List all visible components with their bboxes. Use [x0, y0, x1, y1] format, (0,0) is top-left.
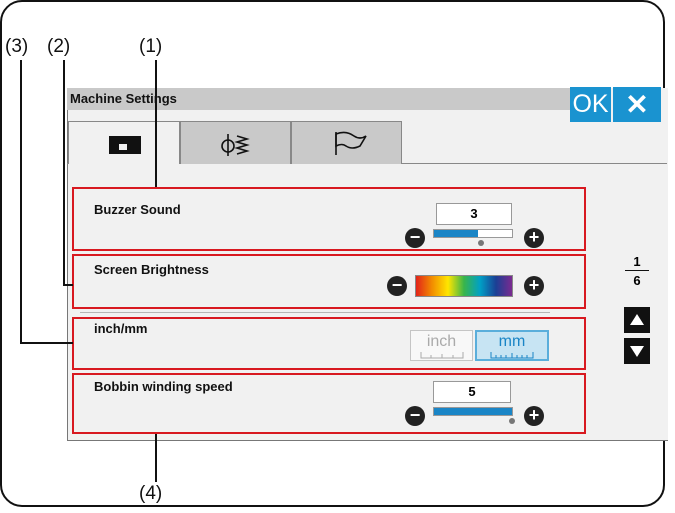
tab-baseline-left: [67, 163, 68, 164]
leader-line-2: [63, 60, 65, 286]
highlight-box-brightness: [72, 254, 586, 309]
highlight-box-buzzer: [72, 187, 586, 251]
callout-4: (4): [139, 483, 163, 504]
page-down-button[interactable]: [624, 338, 650, 364]
leader-line-4: [155, 434, 157, 482]
window-title: Machine Settings: [70, 91, 177, 106]
page-up-button[interactable]: [624, 307, 650, 333]
page-fraction-line: [625, 270, 649, 271]
arrow-down-icon: [630, 346, 644, 357]
leader-line-2-tick: [63, 284, 73, 286]
section-divider: [80, 312, 550, 313]
leader-line-3: [20, 60, 22, 344]
needle-thread-icon: [221, 134, 250, 156]
page-total: 6: [633, 273, 641, 288]
close-button[interactable]: ✕: [613, 87, 661, 122]
tab-baseline: [402, 163, 667, 164]
tab-machine[interactable]: [68, 121, 180, 164]
sewing-machine-icon: [109, 136, 141, 154]
leader-line-1: [155, 60, 157, 187]
highlight-box-units: [72, 317, 586, 370]
callout-3: (3): [5, 36, 29, 57]
arrow-up-icon: [630, 314, 644, 325]
tab-language[interactable]: [291, 121, 402, 164]
ok-button[interactable]: OK: [570, 87, 611, 122]
leader-line-3-tick: [20, 342, 73, 344]
highlight-box-bobbin: [72, 373, 586, 434]
page-current: 1: [633, 254, 641, 269]
tab-stitch[interactable]: [180, 121, 291, 164]
flag-icon: [335, 131, 367, 155]
callout-2: (2): [47, 36, 71, 57]
callout-1: (1): [139, 36, 163, 57]
